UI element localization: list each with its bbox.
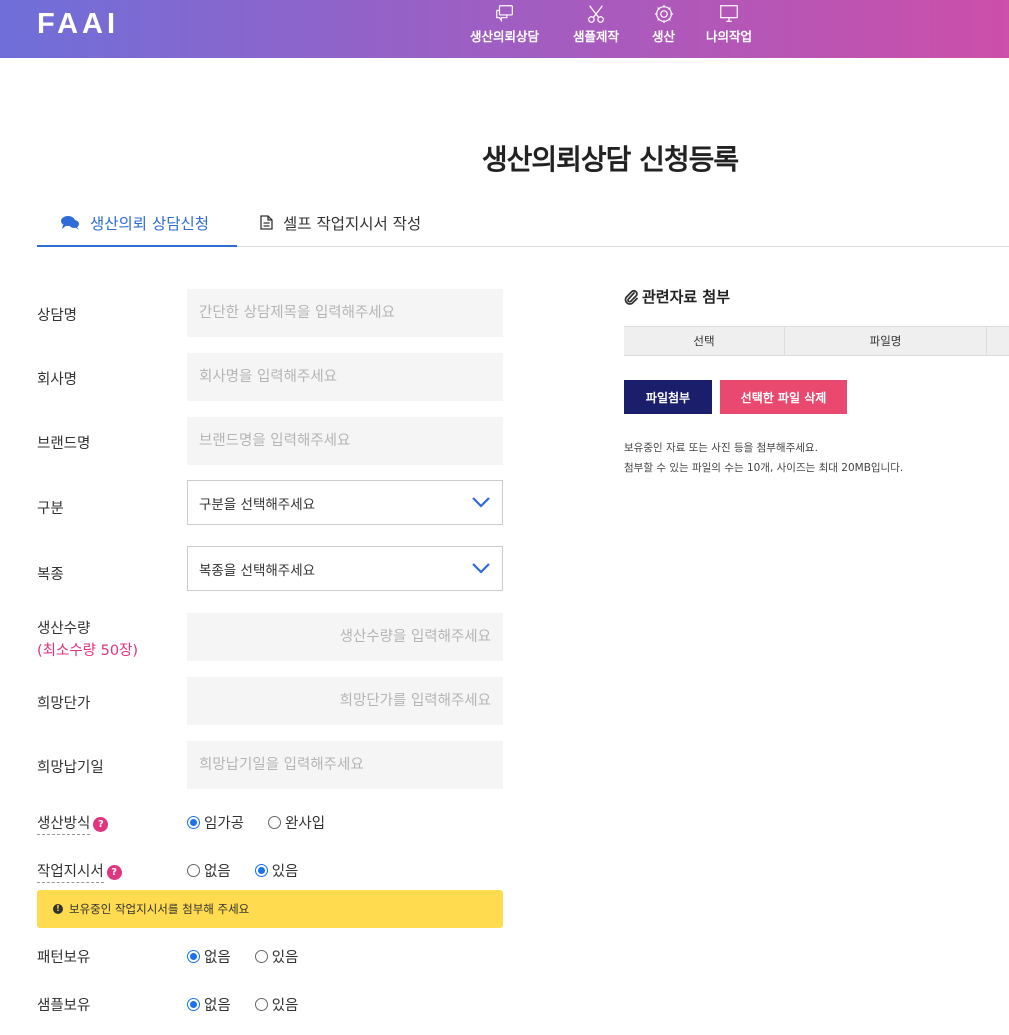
sample-label: 샘플보유 (37, 998, 91, 1014)
radio-label: 있음 (271, 998, 299, 1014)
radio-label: 임가공 (204, 816, 245, 832)
category-label: 구분 (37, 501, 64, 517)
production-method-label: 생산방식 (37, 816, 91, 835)
category-select-value: 구분을 선택해주세요 (199, 496, 316, 513)
brand-input[interactable] (187, 417, 503, 465)
logo[interactable]: FAAI (37, 8, 119, 41)
radio-label: 있음 (271, 864, 299, 880)
sample-group: 없음 있음 (187, 994, 322, 1015)
quantity-input[interactable] (187, 613, 503, 661)
gear-icon (654, 4, 673, 24)
work-order-group: 없음 있음 (187, 860, 322, 881)
radio-option-full-purchase[interactable]: 완사입 (268, 812, 325, 833)
nav-label: 생산 (652, 29, 676, 44)
top-navigation-bar: FAAI 생산의뢰상담 샘플제작 생산 나의작업 (0, 0, 1009, 58)
company-label: 회사명 (37, 372, 78, 388)
consult-name-label: 상담명 (37, 308, 78, 324)
help-icon[interactable]: ? (93, 817, 109, 832)
radio-label: 있음 (271, 950, 299, 966)
production-method-group: 임가공 완사입 (187, 812, 349, 833)
nav-label: 생산의뢰상담 (470, 29, 540, 44)
clothing-type-label: 복종 (37, 567, 64, 583)
consult-name-input[interactable] (187, 289, 503, 337)
brand-label: 브랜드명 (37, 436, 91, 452)
quantity-label: 생산수량 (37, 621, 91, 637)
tab-label: 셀프 작업지시서 작성 (283, 215, 422, 233)
radio-button-checked[interactable] (187, 950, 200, 963)
radio-button[interactable] (187, 864, 200, 877)
unit-price-input[interactable] (187, 677, 503, 725)
clothing-type-select-value: 복종을 선택해주세요 (199, 562, 316, 579)
monitor-icon (720, 5, 738, 22)
radio-option-none[interactable]: 없음 (187, 946, 231, 967)
delete-selected-files-button[interactable]: 선택한 파일 삭제 (720, 380, 847, 414)
notice-text: 보유중인 작업지시서를 첨부해 주세요 (69, 902, 250, 916)
comments-icon (61, 216, 79, 230)
help-icon[interactable]: ? (106, 865, 122, 880)
tab-consult-request[interactable]: 생산의뢰 상담신청 (37, 212, 237, 247)
company-input[interactable] (187, 353, 503, 401)
column-header-select: 선택 (624, 327, 785, 355)
clothing-type-select[interactable]: 복종을 선택해주세요 (187, 546, 503, 591)
attachments-title-text: 관련자료 첨부 (642, 288, 731, 306)
pattern-group: 없음 있음 (187, 946, 322, 967)
chat-icon (495, 5, 513, 23)
nav-item-production[interactable]: 생산 (652, 0, 675, 58)
chevron-down-icon (472, 497, 490, 508)
radio-button-checked[interactable] (187, 816, 200, 829)
radio-button-checked[interactable] (254, 864, 268, 877)
attach-file-button[interactable]: 파일첨부 (624, 380, 712, 414)
work-order-label-wrap: 작업지시서? (37, 860, 122, 883)
nav-item-consult[interactable]: 생산의뢰상담 (470, 0, 539, 58)
pattern-label: 패턴보유 (37, 950, 91, 966)
column-header-filename: 파일명 (785, 327, 987, 355)
tab-label: 생산의뢰 상담신청 (90, 215, 210, 233)
nav-item-sample[interactable]: 샘플제작 (573, 0, 619, 58)
radio-option-have[interactable]: 있음 (254, 994, 299, 1015)
radio-button[interactable] (254, 998, 268, 1011)
radio-option-contract[interactable]: 임가공 (187, 812, 244, 833)
radio-label: 없음 (204, 864, 231, 880)
page-title: 생산의뢰상담 신청등록 (481, 143, 739, 176)
category-select[interactable]: 구분을 선택해주세요 (187, 480, 503, 525)
work-order-label: 작업지시서 (37, 864, 104, 883)
exclamation-icon: ! (53, 904, 63, 914)
attachments-title: 관련자료 첨부 (624, 286, 730, 307)
delivery-date-input[interactable] (187, 741, 503, 789)
file-table-header: 선택 파일명 (624, 326, 1009, 356)
nav-label: 나의작업 (706, 29, 753, 44)
radio-button-checked[interactable] (187, 998, 200, 1011)
radio-label: 완사입 (285, 816, 326, 832)
quantity-min-note: (최소수량 50장) (37, 643, 139, 659)
unit-price-label: 희망단가 (37, 696, 91, 712)
radio-option-have[interactable]: 있음 (254, 860, 299, 881)
attachment-info-line1: 보유중인 자료 또는 사진 등을 첨부해주세요. (624, 442, 818, 454)
work-order-notice: ! 보유중인 작업지시서를 첨부해 주세요 (37, 890, 503, 928)
tab-self-work-order[interactable]: 셀프 작업지시서 작성 (260, 212, 421, 247)
nav-label: 샘플제작 (573, 29, 620, 44)
radio-option-none[interactable]: 없음 (187, 860, 231, 881)
radio-label: 없음 (204, 950, 231, 966)
production-method-label-wrap: 생산방식? (37, 812, 109, 835)
attachment-info-line2: 첨부할 수 있는 파일의 수는 10개, 사이즈는 최대 20MB입니다. (624, 462, 904, 474)
delivery-date-label: 희망납기일 (37, 760, 104, 776)
document-icon (260, 215, 273, 230)
radio-button[interactable] (268, 816, 282, 829)
radio-label: 없음 (204, 998, 231, 1014)
scissors-icon (588, 5, 604, 23)
radio-button[interactable] (254, 950, 268, 963)
chevron-down-icon (472, 563, 490, 574)
paperclip-icon (624, 289, 638, 305)
radio-option-none[interactable]: 없음 (187, 994, 231, 1015)
nav-item-my-work[interactable]: 나의작업 (706, 0, 752, 58)
radio-option-have[interactable]: 있음 (254, 946, 299, 967)
